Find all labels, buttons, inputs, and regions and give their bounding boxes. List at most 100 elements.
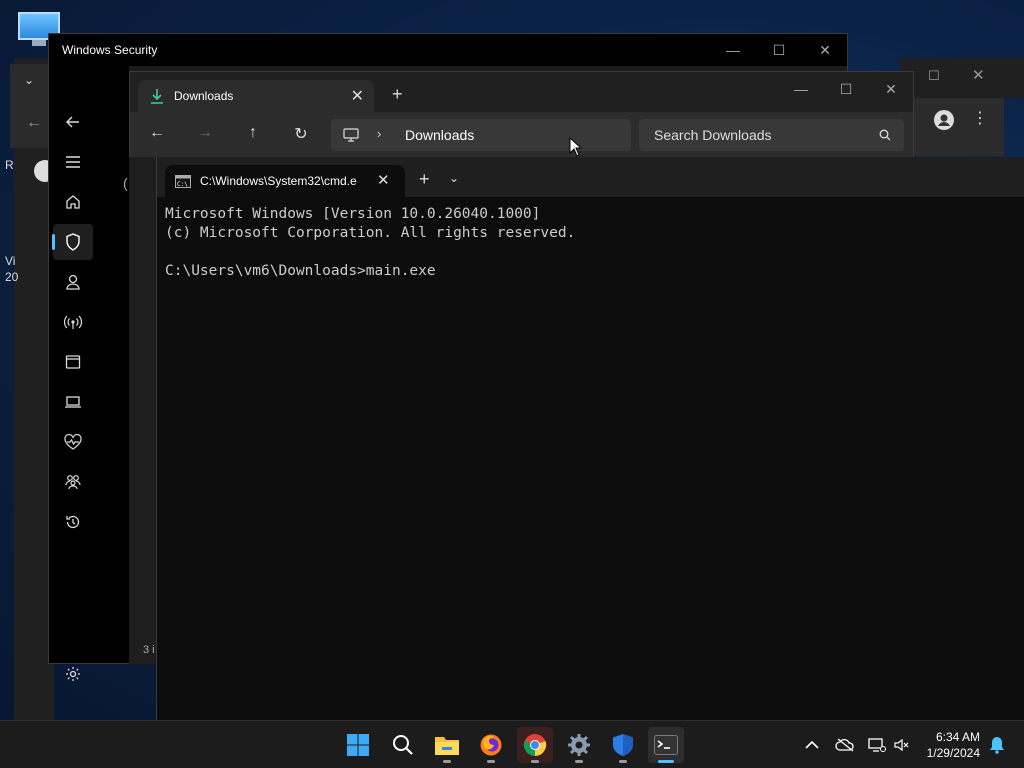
terminal-line: Microsoft Windows [Version 10.0.26040.10… <box>165 206 541 222</box>
tab-cmd[interactable]: C:\ C:\Windows\System32\cmd.e ✕ <box>165 165 405 197</box>
network-icon[interactable] <box>865 733 889 757</box>
desktop-fragment-text: R <box>5 158 14 172</box>
nav-home[interactable] <box>53 184 93 220</box>
chevron-right-icon[interactable]: › <box>377 126 381 141</box>
start-button[interactable] <box>340 727 376 763</box>
background-toolbar: ← <box>10 102 50 148</box>
new-tab-button[interactable]: + <box>419 169 430 190</box>
download-icon <box>151 89 163 104</box>
search-input[interactable]: Search Downloads <box>639 119 904 151</box>
chrome-icon <box>523 734 547 756</box>
chevron-up-icon[interactable] <box>800 733 824 757</box>
avatar[interactable] <box>934 110 954 130</box>
address-bar[interactable]: › Downloads <box>331 119 631 151</box>
taskbar-file-explorer[interactable] <box>429 727 465 763</box>
terminal-icon <box>654 735 678 755</box>
maximize-button[interactable]: ☐ <box>823 76 869 102</box>
terminal-line: (c) Microsoft Corporation. All rights re… <box>165 225 576 241</box>
laptop-icon <box>65 396 81 408</box>
maximize-button[interactable]: ☐ <box>756 34 802 66</box>
taskbar-settings[interactable] <box>561 727 597 763</box>
taskbar-windows-security[interactable] <box>605 727 641 763</box>
back-button[interactable] <box>53 104 93 140</box>
windows-security-nav <box>49 66 129 681</box>
monitor-icon <box>343 128 359 142</box>
terminal-line: C:\Users\vm6\Downloads>main.exe <box>165 263 436 279</box>
address-path: Downloads <box>405 127 475 143</box>
minimize-button[interactable]: — <box>778 76 824 102</box>
chevron-down-icon[interactable]: ⌄ <box>449 171 459 185</box>
close-tab-icon[interactable]: ✕ <box>377 171 390 189</box>
maximize-icon[interactable]: ☐ <box>928 68 940 84</box>
nav-protection-history[interactable] <box>53 504 93 540</box>
back-arrow-icon <box>66 116 79 128</box>
wireless-icon <box>64 315 82 329</box>
file-explorer-icon <box>435 737 459 755</box>
nav-device-performance[interactable] <box>53 424 93 460</box>
windows-security-icon <box>613 734 633 756</box>
forward-arrow-icon[interactable]: → <box>193 124 217 142</box>
back-arrow-icon[interactable]: ← <box>26 114 42 132</box>
background-browser-titlebar: ☐ ✕ <box>900 58 1024 98</box>
taskbar-terminal[interactable] <box>648 727 684 763</box>
account-icon <box>66 274 80 290</box>
up-arrow-icon[interactable]: ↑ <box>241 124 265 142</box>
new-tab-button[interactable]: + <box>392 84 403 105</box>
tab-label: Downloads <box>174 89 234 103</box>
nav-account-protection[interactable] <box>53 264 93 300</box>
gear-icon <box>66 667 80 681</box>
settings-icon <box>568 734 590 756</box>
home-icon <box>66 195 80 209</box>
hamburger-icon <box>66 156 80 168</box>
file-explorer-window: Downloads ✕ + — ☐ ✕ ← → ↑ ↻ › Downloads … <box>129 71 914 158</box>
shield-icon <box>66 233 80 251</box>
mouse-cursor-icon <box>569 137 583 157</box>
close-tab-icon[interactable]: ✕ <box>351 86 364 106</box>
notification-bell-icon[interactable] <box>985 733 1009 757</box>
firefox-icon <box>480 734 502 756</box>
cmd-icon: C:\ <box>175 175 191 188</box>
refresh-icon[interactable]: ↻ <box>289 124 313 144</box>
clock-date: 1/29/2024 <box>926 746 980 760</box>
close-button[interactable]: ✕ <box>868 76 914 102</box>
volume-muted-icon[interactable] <box>890 733 914 757</box>
svg-text:C:\: C:\ <box>177 181 188 188</box>
clock-time: 6:34 AM <box>935 730 980 744</box>
windows-security-titlebar: Windows Security — ☐ ✕ <box>49 34 847 66</box>
nav-family-options[interactable] <box>53 464 93 500</box>
nav-device-security[interactable] <box>53 384 93 420</box>
chevron-down-icon[interactable]: ⌄ <box>24 73 34 87</box>
browser-window-icon <box>65 355 81 369</box>
terminal-output[interactable]: Microsoft Windows [Version 10.0.26040.10… <box>165 205 575 281</box>
status-text: 3 i <box>143 644 155 656</box>
heart-pulse-icon <box>64 434 82 450</box>
search-icon <box>879 129 891 141</box>
history-icon <box>66 515 80 529</box>
taskbar-clock[interactable]: 6:34 AM 1/29/2024 <box>927 729 980 761</box>
menu-button[interactable] <box>53 144 93 180</box>
background-browser-toolbar: ⋮ <box>900 98 1004 156</box>
tab-label: C:\Windows\System32\cmd.e <box>200 174 357 188</box>
file-explorer-toolbar: ← → ↑ ↻ › Downloads Search Downloads <box>130 112 913 158</box>
taskbar: 6:34 AM 1/29/2024 <box>0 720 1024 768</box>
window-title: Windows Security <box>62 43 158 57</box>
taskbar-chrome[interactable] <box>517 727 553 763</box>
more-menu-icon[interactable]: ⋮ <box>972 108 988 128</box>
start-icon <box>347 734 369 756</box>
nav-app-browser-control[interactable] <box>53 344 93 380</box>
back-arrow-icon[interactable]: ← <box>145 124 169 142</box>
minimize-button[interactable]: — <box>710 34 756 66</box>
tab-downloads[interactable]: Downloads ✕ <box>138 80 374 112</box>
close-button[interactable]: ✕ <box>802 34 848 66</box>
onedrive-icon[interactable] <box>833 733 857 757</box>
nav-firewall[interactable] <box>53 304 93 340</box>
taskbar-search-button[interactable] <box>385 727 421 763</box>
partial-icon: ( <box>123 175 128 191</box>
close-icon[interactable]: ✕ <box>972 66 985 84</box>
file-explorer-sidebar-fragment: ( <box>123 157 156 664</box>
nav-settings[interactable] <box>53 656 93 692</box>
desktop-fragment-text: Vi <box>5 254 16 268</box>
nav-virus-protection[interactable] <box>52 224 93 260</box>
taskbar-firefox[interactable] <box>473 727 509 763</box>
